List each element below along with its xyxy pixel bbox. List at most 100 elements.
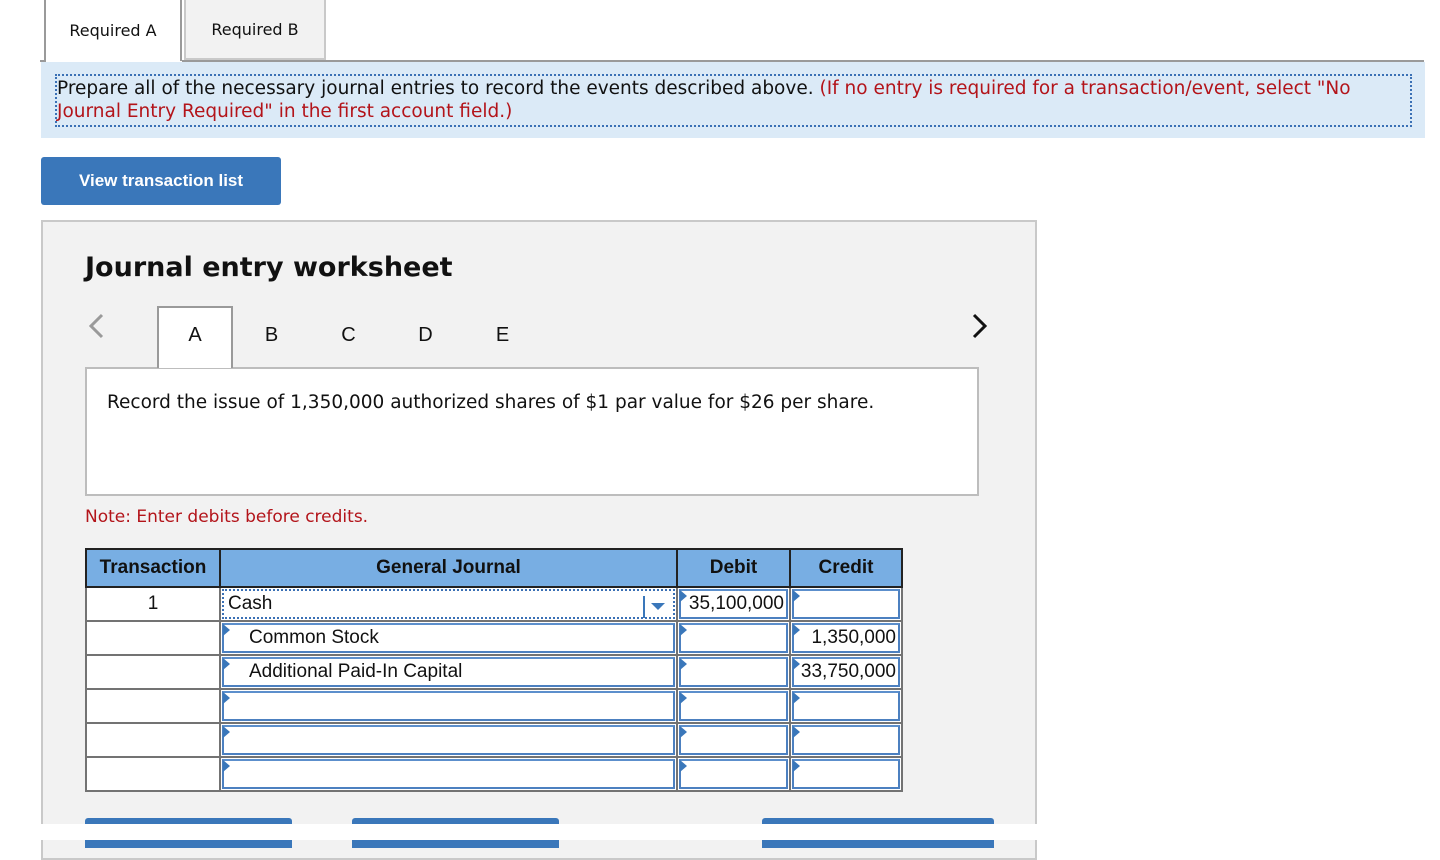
- view-transaction-list-button[interactable]: View transaction list: [41, 157, 281, 205]
- account-cell: Cash: [219, 586, 678, 622]
- debit-cell: [676, 688, 791, 724]
- input-flag-icon: [793, 658, 800, 670]
- account-select[interactable]: Cash: [222, 589, 675, 619]
- transaction-number: [85, 722, 221, 758]
- transaction-number: 1: [85, 586, 221, 622]
- debit-cell: [676, 620, 791, 656]
- account-cell: [219, 722, 678, 758]
- transaction-tabs: A B C D E: [157, 306, 541, 370]
- transaction-description-box: Record the issue of 1,350,000 authorized…: [85, 367, 979, 496]
- requirement-tabs: Required A Required B: [44, 0, 326, 61]
- transaction-number: [85, 756, 221, 792]
- account-select[interactable]: Additional Paid-In Capital: [222, 657, 675, 687]
- table-row: Common Stock 1,350,000: [85, 620, 903, 656]
- input-flag-icon: [680, 590, 687, 602]
- transaction-description: Record the issue of 1,350,000 authorized…: [107, 392, 875, 413]
- header-debit: Debit: [676, 548, 791, 588]
- input-flag-icon: [793, 760, 800, 772]
- account-cell: Common Stock: [219, 620, 678, 656]
- header-general-journal: General Journal: [219, 548, 678, 588]
- header-transaction: Transaction: [85, 548, 221, 588]
- input-flag-icon: [680, 624, 687, 636]
- instruction-main: Prepare all of the necessary journal ent…: [57, 78, 814, 99]
- transaction-number: [85, 688, 221, 724]
- tab-required-b[interactable]: Required B: [184, 0, 326, 60]
- input-flag-icon: [223, 760, 230, 772]
- journal-entry-worksheet: Journal entry worksheet A B C D E Record…: [41, 220, 1037, 860]
- debit-input[interactable]: [679, 657, 788, 687]
- debit-cell: [676, 654, 791, 690]
- input-flag-icon: [793, 624, 800, 636]
- debit-cell: [676, 722, 791, 758]
- table-row: 1 Cash 35,100,000: [85, 586, 903, 622]
- debit-input[interactable]: [679, 725, 788, 755]
- account-cell: Additional Paid-In Capital: [219, 654, 678, 690]
- debits-note: Note: Enter debits before credits.: [85, 507, 369, 527]
- input-flag-icon: [223, 658, 230, 670]
- credit-input[interactable]: [792, 759, 900, 789]
- input-flag-icon: [680, 692, 687, 704]
- account-select[interactable]: [222, 691, 675, 721]
- credit-value: 1,350,000: [811, 627, 896, 648]
- input-flag-icon: [223, 726, 230, 738]
- table-row: Additional Paid-In Capital 33,750,000: [85, 654, 903, 690]
- input-flag-icon: [680, 726, 687, 738]
- worksheet-title: Journal entry worksheet: [85, 252, 453, 283]
- input-flag-icon: [793, 726, 800, 738]
- table-row: [85, 688, 903, 724]
- credit-input[interactable]: [792, 589, 900, 619]
- transaction-tab-b[interactable]: B: [233, 306, 310, 370]
- table-row: [85, 756, 903, 792]
- credit-cell: 1,350,000: [789, 620, 903, 656]
- credit-input[interactable]: [792, 725, 900, 755]
- account-value: Cash: [228, 593, 273, 614]
- credit-input[interactable]: 33,750,000: [792, 657, 900, 687]
- page-bottom-edge: [0, 824, 1440, 840]
- transaction-number: [85, 620, 221, 656]
- credit-cell: 33,750,000: [789, 654, 903, 690]
- input-flag-icon: [680, 658, 687, 670]
- table-row: [85, 722, 903, 758]
- debit-input[interactable]: [679, 623, 788, 653]
- credit-input[interactable]: [792, 691, 900, 721]
- debit-cell: 35,100,000: [676, 586, 791, 622]
- input-flag-icon: [223, 624, 230, 636]
- header-credit: Credit: [789, 548, 903, 588]
- debit-input[interactable]: [679, 759, 788, 789]
- chevron-left-icon[interactable]: [87, 312, 105, 347]
- input-flag-icon: [793, 692, 800, 704]
- credit-cell: [789, 756, 903, 792]
- credit-input[interactable]: 1,350,000: [792, 623, 900, 653]
- table-header-row: Transaction General Journal Debit Credit: [85, 548, 903, 588]
- credit-cell: [789, 586, 903, 622]
- account-select[interactable]: [222, 725, 675, 755]
- account-cell: [219, 756, 678, 792]
- credit-cell: [789, 688, 903, 724]
- credit-value: 33,750,000: [800, 661, 896, 682]
- credit-cell: [789, 722, 903, 758]
- account-value: Common Stock: [249, 627, 379, 648]
- account-select[interactable]: [222, 759, 675, 789]
- journal-table: Transaction General Journal Debit Credit…: [85, 548, 903, 792]
- chevron-right-icon[interactable]: [971, 312, 989, 347]
- transaction-tab-c[interactable]: C: [310, 306, 387, 370]
- account-value: Additional Paid-In Capital: [249, 661, 463, 682]
- transaction-number: [85, 654, 221, 690]
- account-select[interactable]: Common Stock: [222, 623, 675, 653]
- tab-required-a[interactable]: Required A: [44, 0, 182, 61]
- debit-cell: [676, 756, 791, 792]
- input-flag-icon: [223, 692, 230, 704]
- input-flag-icon: [680, 760, 687, 772]
- debit-value: 35,100,000: [688, 593, 784, 614]
- dropdown-arrow-icon[interactable]: [651, 603, 665, 610]
- transaction-tab-e[interactable]: E: [464, 306, 541, 370]
- debit-input[interactable]: [679, 691, 788, 721]
- debit-input[interactable]: 35,100,000: [679, 589, 788, 619]
- transaction-tab-a[interactable]: A: [157, 306, 233, 368]
- account-cell: [219, 688, 678, 724]
- transaction-tab-d[interactable]: D: [387, 306, 464, 370]
- instruction-banner: Prepare all of the necessary journal ent…: [41, 62, 1425, 138]
- input-flag-icon: [793, 590, 800, 602]
- dropdown-separator: [643, 596, 645, 618]
- instruction-text: Prepare all of the necessary journal ent…: [55, 74, 1412, 127]
